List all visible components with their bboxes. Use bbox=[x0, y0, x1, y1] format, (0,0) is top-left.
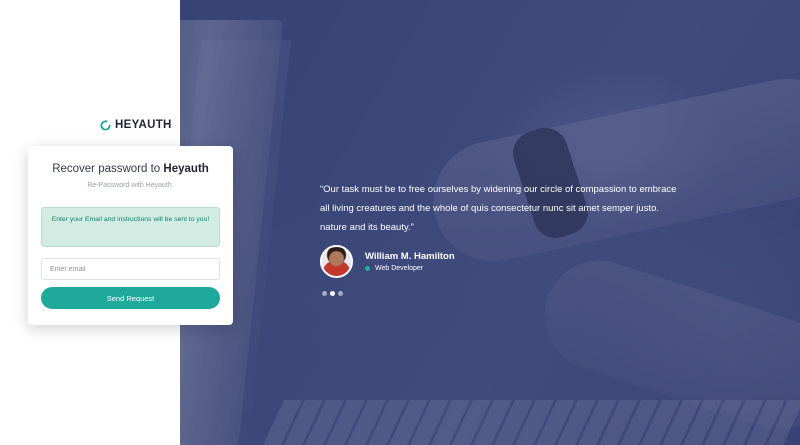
brand-logo[interactable]: HEYAUTH bbox=[100, 119, 172, 131]
info-alert: Enter your Email and instructions will b… bbox=[41, 207, 220, 247]
author-role-row: Web Developer bbox=[365, 265, 455, 272]
author-info: William M. Hamilton Web Developer bbox=[365, 251, 455, 272]
author-name: William M. Hamilton bbox=[365, 251, 455, 262]
email-field[interactable] bbox=[41, 258, 220, 280]
refresh-ring-icon bbox=[100, 119, 111, 131]
avatar bbox=[320, 245, 353, 278]
carousel-dot-1[interactable] bbox=[322, 291, 327, 296]
card-title: Recover password to Heyauth bbox=[28, 163, 233, 175]
testimonial-quote: “Our task must be to free ourselves by w… bbox=[320, 184, 677, 233]
testimonial-author: William M. Hamilton Web Developer bbox=[320, 245, 455, 278]
online-status-icon bbox=[365, 266, 370, 271]
carousel-dot-2[interactable] bbox=[330, 291, 335, 296]
send-request-button[interactable]: Send Request bbox=[41, 287, 220, 309]
brand-name: HEYAUTH bbox=[115, 119, 172, 131]
recover-password-card: Recover password to Heyauth Re-Password … bbox=[28, 146, 233, 325]
card-subtitle: Re-Password with Heyauth. bbox=[87, 182, 174, 189]
author-role: Web Developer bbox=[375, 265, 424, 272]
carousel-indicators bbox=[322, 291, 343, 296]
card-title-brand: Heyauth bbox=[163, 163, 209, 175]
card-title-prefix: Recover password to bbox=[52, 163, 161, 175]
carousel-dot-3[interactable] bbox=[338, 291, 343, 296]
